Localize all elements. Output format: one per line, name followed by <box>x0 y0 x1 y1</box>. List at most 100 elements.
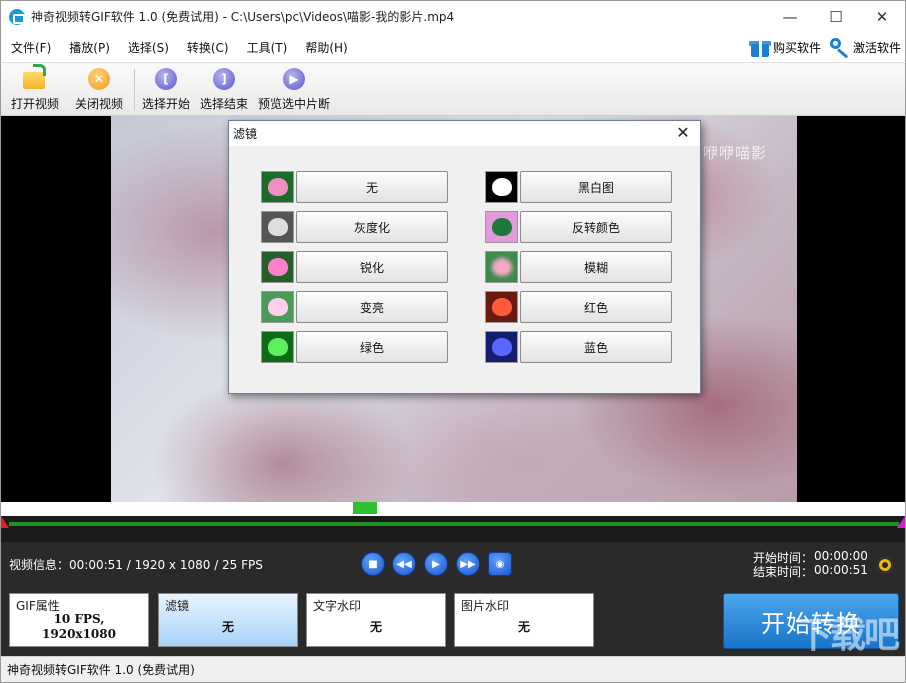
stop-icon: ■ <box>368 558 378 570</box>
filter-thumb-sharpen <box>261 251 294 283</box>
menu-file[interactable]: 文件(F) <box>1 39 59 56</box>
close-video-icon: ✕ <box>87 67 111 91</box>
app-logo-icon <box>9 8 25 25</box>
menu-help[interactable]: 帮助(H) <box>295 39 355 56</box>
key-icon <box>829 37 851 59</box>
filter-dialog-titlebar: 滤镜 ✕ <box>229 121 700 146</box>
fast-forward-icon: ▶▶ <box>460 558 476 570</box>
filter-option-brighten[interactable]: 变亮 <box>261 290 448 324</box>
filter-option-none[interactable]: 无 <box>261 170 448 204</box>
filter-button-red[interactable]: 红色 <box>520 291 672 323</box>
filter-thumb-red <box>485 291 518 323</box>
filter-thumb-none <box>261 171 294 203</box>
rewind-icon: ◀◀ <box>396 558 412 570</box>
window-title: 神奇视频转GIF软件 1.0 (免费试用) - C:\Users\pc\Vide… <box>31 10 455 24</box>
filter-dialog: 滤镜 ✕ 无 灰度化 锐化 变亮 绿色 黑白图 反转颜色 模糊 红色 蓝色 <box>228 120 701 394</box>
filter-panel-label: 滤镜 <box>165 599 190 613</box>
image-watermark-label: 图片水印 <box>461 599 510 613</box>
toolbar: 打开视频 ✕ 关闭视频 [ 选择开始 ] 选择结束 ▶ 预览选中片断 <box>0 62 906 116</box>
select-end-label: 选择结束 <box>200 97 249 111</box>
bracket-left-icon: [ <box>154 67 178 91</box>
filter-button-grayscale[interactable]: 灰度化 <box>296 211 448 243</box>
filter-option-invert[interactable]: 反转颜色 <box>485 210 672 244</box>
close-video-button[interactable]: ✕ 关闭视频 <box>75 67 123 115</box>
filter-option-sharpen[interactable]: 锐化 <box>261 250 448 284</box>
image-watermark-panel[interactable]: 图片水印 无 <box>454 593 594 647</box>
filter-button-blur[interactable]: 模糊 <box>520 251 672 283</box>
filter-option-blue[interactable]: 蓝色 <box>485 330 672 364</box>
filter-thumb-blur <box>485 251 518 283</box>
filter-button-invert[interactable]: 反转颜色 <box>520 211 672 243</box>
menu-right-group: 购买软件 激活软件 <box>748 32 901 62</box>
filter-button-brighten[interactable]: 变亮 <box>296 291 448 323</box>
corner-watermark: 下载吧 <box>795 615 900 656</box>
filter-button-sharpen[interactable]: 锐化 <box>296 251 448 283</box>
filter-option-blur[interactable]: 模糊 <box>485 250 672 284</box>
camera-icon: ◉ <box>495 558 505 570</box>
maximize-button[interactable]: ☐ <box>813 1 859 33</box>
filter-option-green[interactable]: 绿色 <box>261 330 448 364</box>
filter-thumb-grayscale <box>261 211 294 243</box>
menu-select[interactable]: 选择(S) <box>118 39 177 56</box>
rewind-button[interactable]: ◀◀ <box>392 552 416 576</box>
filter-panel[interactable]: 滤镜 无 <box>158 593 298 647</box>
open-video-label: 打开视频 <box>11 97 60 111</box>
video-overlay-text: 咿咿喵影 <box>703 144 768 162</box>
filter-option-red[interactable]: 红色 <box>485 290 672 324</box>
text-watermark-label: 文字水印 <box>313 599 362 613</box>
text-watermark-panel[interactable]: 文字水印 无 <box>306 593 446 647</box>
start-marker-icon[interactable] <box>1 516 9 528</box>
filter-option-grayscale[interactable]: 灰度化 <box>261 210 448 244</box>
filter-option-black-white[interactable]: 黑白图 <box>485 170 672 204</box>
menu-convert[interactable]: 转换(C) <box>177 39 237 56</box>
close-window-button[interactable]: ✕ <box>859 1 905 33</box>
activate-software-label: 激活软件 <box>852 40 901 55</box>
end-time-value: 00:00:51 <box>814 563 868 577</box>
toolbar-separator <box>134 69 135 111</box>
snapshot-button[interactable]: ◉ <box>488 552 512 576</box>
menu-bar: 文件(F) 播放(P) 选择(S) 转换(C) 工具(T) 帮助(H) 购买软件… <box>0 32 906 62</box>
play-button[interactable]: ▶ <box>424 552 448 576</box>
menu-tools[interactable]: 工具(T) <box>237 39 296 56</box>
gif-fps-value: 10 FPS, <box>53 612 105 626</box>
menu-play[interactable]: 播放(P) <box>59 39 118 56</box>
filter-dialog-title: 滤镜 <box>233 127 258 141</box>
gif-properties-panel[interactable]: GIF属性 10 FPS, 1920x1080 <box>9 593 149 647</box>
start-time-value: 00:00:00 <box>814 549 868 563</box>
timeline-playhead[interactable] <box>353 502 377 514</box>
window-controls: — ☐ ✕ <box>767 1 905 33</box>
buy-software-label: 购买软件 <box>772 40 821 55</box>
filter-thumb-black-white <box>485 171 518 203</box>
end-marker-icon[interactable] <box>897 516 905 528</box>
filter-button-blue[interactable]: 蓝色 <box>520 331 672 363</box>
selection-range-bar <box>9 522 899 526</box>
filter-thumb-blue <box>485 331 518 363</box>
buy-software-button[interactable]: 购买软件 <box>748 37 821 57</box>
filter-thumb-green <box>261 331 294 363</box>
playback-control-bar: 视频信息：00:00:51 / 1920 x 1080 / 25 FPS ■ ◀… <box>0 542 906 586</box>
select-start-button[interactable]: [ 选择开始 <box>142 67 190 115</box>
minimize-button[interactable]: — <box>767 1 813 33</box>
filter-button-black-white[interactable]: 黑白图 <box>520 171 672 203</box>
end-time-label: 结束时间： <box>753 565 814 579</box>
open-video-button[interactable]: 打开视频 <box>11 64 60 115</box>
filter-panel-value: 无 <box>221 620 234 634</box>
gif-size-value: 1920x1080 <box>42 627 116 641</box>
select-end-button[interactable]: ] 选择结束 <box>200 67 248 115</box>
timeline-scrubber[interactable] <box>0 502 906 542</box>
status-bar: 神奇视频转GIF软件 1.0 (免费试用) <box>0 656 906 683</box>
close-video-label: 关闭视频 <box>75 97 124 111</box>
filter-dialog-close-button[interactable]: ✕ <box>674 123 692 143</box>
activate-software-button[interactable]: 激活软件 <box>829 37 901 59</box>
filter-button-green[interactable]: 绿色 <box>296 331 448 363</box>
preview-segment-label: 预览选中片断 <box>258 97 331 111</box>
filter-button-none[interactable]: 无 <box>296 171 448 203</box>
play-icon: ▶ <box>432 558 440 570</box>
bracket-right-icon: ] <box>212 67 236 91</box>
property-panel-bar: GIF属性 10 FPS, 1920x1080 滤镜 无 文字水印 无 图片水印… <box>0 586 906 656</box>
preview-play-icon: ▶ <box>282 67 306 91</box>
gear-icon[interactable] <box>877 557 893 573</box>
fast-forward-button[interactable]: ▶▶ <box>456 552 480 576</box>
stop-button[interactable]: ■ <box>361 552 385 576</box>
preview-segment-button[interactable]: ▶ 预览选中片断 <box>258 67 330 115</box>
